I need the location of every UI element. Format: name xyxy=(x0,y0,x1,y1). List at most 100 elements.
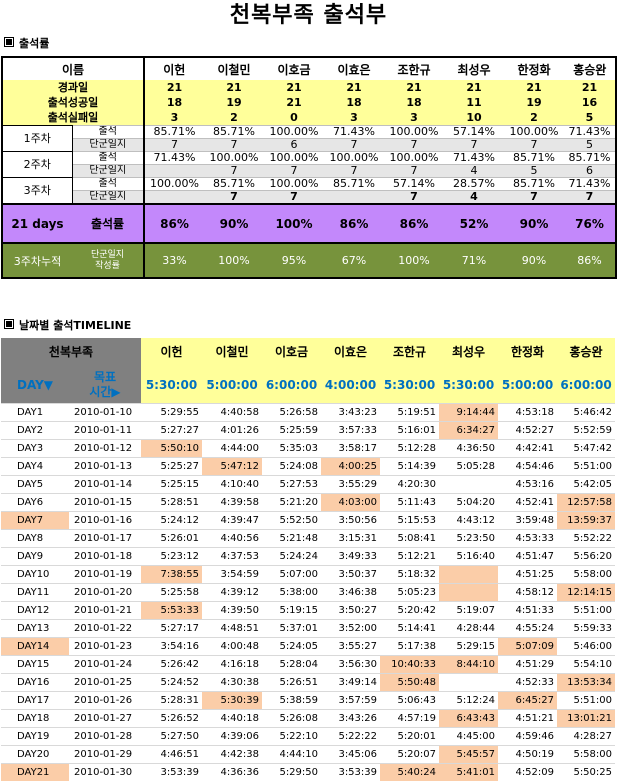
section-timeline: 날짜별 출석TIMELINE xyxy=(4,318,131,334)
summary-row: 출석성공일1819211818111916 xyxy=(2,95,616,110)
check-in-time-cell: 4:16:18 xyxy=(202,656,262,674)
check-in-time-cell: 5:47:42 xyxy=(557,440,615,458)
week-diary-value: 7 xyxy=(204,165,264,178)
date-cell: 2010-01-21 xyxy=(69,602,141,620)
day-cell: DAY15 xyxy=(1,656,69,674)
summary-row-label: 경과일 xyxy=(2,80,144,95)
check-in-time-cell: 5:12:28 xyxy=(380,440,439,458)
check-in-time-cell: 4:30:38 xyxy=(202,674,262,692)
target-time-label-line2: 시간▶ xyxy=(69,385,141,400)
timeline-row: DAY42010-01-135:25:275:47:125:24:084:00:… xyxy=(1,458,615,476)
timeline-row: DAY12010-01-105:29:554:40:585:26:583:43:… xyxy=(1,404,615,422)
check-in-time-cell: 5:27:17 xyxy=(141,620,202,638)
check-in-time-cell: 4:40:18 xyxy=(202,710,262,728)
week-diary-label: 단군일지 xyxy=(72,191,144,205)
check-in-time-cell: 4:28:27 xyxy=(557,728,615,746)
square-bullet-icon xyxy=(4,37,14,47)
day-cell: DAY7 xyxy=(1,512,69,530)
check-in-time-cell: 5:26:42 xyxy=(141,656,202,674)
check-in-time-cell: 4:39:58 xyxy=(202,494,262,512)
check-in-time-cell: 5:58:00 xyxy=(557,566,615,584)
member-name-header: 한정화 xyxy=(504,57,564,80)
week-att-value: 85.71% xyxy=(504,152,564,165)
check-in-time-cell: 5:20:42 xyxy=(380,602,439,620)
check-in-time-cell xyxy=(439,476,498,494)
date-cell: 2010-01-26 xyxy=(69,692,141,710)
summary-value: 21 xyxy=(444,80,504,95)
week-attendance-row: 2주차출석71.43%100.00%100.00%100.00%100.00%7… xyxy=(2,152,616,165)
check-in-time-cell: 4:39:12 xyxy=(202,584,262,602)
week-att-value: 71.43% xyxy=(444,152,504,165)
target-time-value: 5:30:00 xyxy=(439,367,498,404)
week-diary-value: 7 xyxy=(204,191,264,205)
week-diary-value: 7 xyxy=(504,191,564,205)
check-in-time-cell: 5:19:07 xyxy=(439,602,498,620)
check-in-time-cell: 5:52:22 xyxy=(557,530,615,548)
date-cell: 2010-01-25 xyxy=(69,674,141,692)
check-in-time-cell: 5:50:48 xyxy=(380,674,439,692)
check-in-time-cell: 4:55:24 xyxy=(498,620,557,638)
date-cell: 2010-01-15 xyxy=(69,494,141,512)
rate-value: 90% xyxy=(204,204,264,243)
week-diary-value: 7 xyxy=(264,165,324,178)
check-in-time-cell: 5:30:39 xyxy=(202,692,262,710)
week-att-value: 100.00% xyxy=(264,126,324,139)
week-att-value: 100.00% xyxy=(324,152,384,165)
date-cell: 2010-01-17 xyxy=(69,530,141,548)
check-in-time-cell xyxy=(439,566,498,584)
check-in-time-cell: 4:01:26 xyxy=(202,422,262,440)
week-diary-label: 단군일지 xyxy=(72,165,144,178)
check-in-time-cell: 4:53:33 xyxy=(498,530,557,548)
day-cell: DAY2 xyxy=(1,422,69,440)
check-in-time-cell: 4:57:19 xyxy=(380,710,439,728)
target-time-value: 4:00:00 xyxy=(321,367,380,404)
summary-value: 18 xyxy=(324,95,384,110)
week-att-label: 출석 xyxy=(72,126,144,139)
check-in-time-cell: 5:51:00 xyxy=(557,602,615,620)
check-in-time-cell: 7:38:55 xyxy=(141,566,202,584)
check-in-time-cell: 3:56:30 xyxy=(321,656,380,674)
timeline-row: DAY92010-01-185:23:124:37:535:24:243:49:… xyxy=(1,548,615,566)
square-bullet-icon xyxy=(4,319,14,329)
check-in-time-cell: 5:21:20 xyxy=(262,494,321,512)
check-in-time-cell: 5:28:51 xyxy=(141,494,202,512)
week-diary-value: 7 xyxy=(444,139,504,152)
check-in-time-cell: 9:14:44 xyxy=(439,404,498,422)
day-cell: DAY1 xyxy=(1,404,69,422)
week-att-value: 57.14% xyxy=(384,178,444,191)
check-in-time-cell: 5:23:12 xyxy=(141,548,202,566)
check-in-time-cell: 3:49:33 xyxy=(321,548,380,566)
check-in-time-cell: 6:43:43 xyxy=(439,710,498,728)
check-in-time-cell: 10:40:33 xyxy=(380,656,439,674)
week-att-label: 출석 xyxy=(72,178,144,191)
summary-row: 경과일2121212121212121 xyxy=(2,80,616,95)
check-in-time-cell: 5:07:00 xyxy=(262,566,321,584)
day-cell: DAY11 xyxy=(1,584,69,602)
check-in-time-cell: 4:28:44 xyxy=(439,620,498,638)
rate-value: 86% xyxy=(324,204,384,243)
date-cell: 2010-01-16 xyxy=(69,512,141,530)
target-time-value: 5:00:00 xyxy=(202,367,262,404)
check-in-time-cell: 3:53:39 xyxy=(321,764,380,781)
timeline-row: DAY52010-01-145:25:154:10:405:27:533:55:… xyxy=(1,476,615,494)
check-in-time-cell: 5:27:53 xyxy=(262,476,321,494)
cumulative-sub-label: 단군일지작성률 xyxy=(72,243,144,278)
check-in-time-cell: 5:46:00 xyxy=(557,638,615,656)
timeline-row: DAY162010-01-255:24:524:30:385:26:513:49… xyxy=(1,674,615,692)
date-cell: 2010-01-28 xyxy=(69,728,141,746)
check-in-time-cell: 3:46:38 xyxy=(321,584,380,602)
check-in-time-cell: 4:03:00 xyxy=(321,494,380,512)
rate-days-label: 21 days xyxy=(2,204,72,243)
check-in-time-cell: 5:05:28 xyxy=(439,458,498,476)
member-name-header: 홍승완 xyxy=(564,57,616,80)
check-in-time-cell: 5:23:50 xyxy=(439,530,498,548)
check-in-time-cell: 5:26:08 xyxy=(262,710,321,728)
week-att-value: 100.00% xyxy=(264,152,324,165)
timeline-row: DAY172010-01-265:28:315:30:395:38:593:57… xyxy=(1,692,615,710)
target-time-value: 5:30:00 xyxy=(380,367,439,404)
week-att-value: 71.43% xyxy=(564,178,616,191)
week-att-value: 100.00% xyxy=(264,178,324,191)
summary-value: 21 xyxy=(264,80,324,95)
timeline-row: DAY152010-01-245:26:424:16:185:28:043:56… xyxy=(1,656,615,674)
attendance-rate-row: 21 days출석률86%90%100%86%86%52%90%76% xyxy=(2,204,616,243)
